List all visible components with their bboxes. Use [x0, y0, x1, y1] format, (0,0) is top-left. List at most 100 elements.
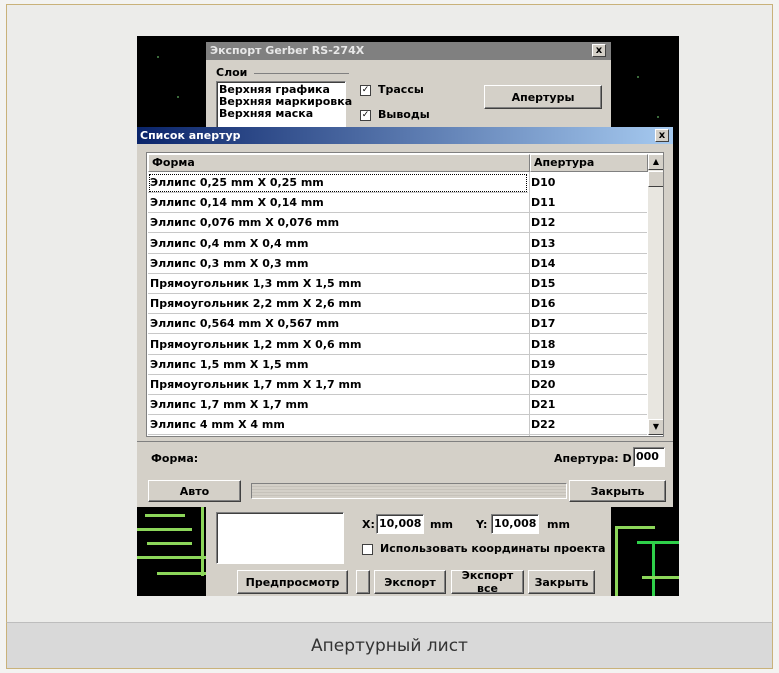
pcb-grid-dot: [157, 56, 159, 58]
row-shape: Эллипс 4 mm X 4 mm: [150, 418, 285, 432]
row-shape: Эллипс 0,25 mm X 0,25 mm: [150, 176, 324, 189]
table-scrollbar[interactable]: ▲ ▼: [648, 154, 663, 435]
preview-button[interactable]: Предпросмотр: [237, 570, 348, 594]
aperture-table: Форма Апертура Эллипс 0,25 mm X 0,25 mm D…: [146, 152, 664, 437]
aperture-number-value: 000: [636, 450, 659, 463]
row-aperture: D16: [531, 297, 556, 311]
table-row[interactable]: Прямоугольник 2,2 mm X 2,6 mm D16: [148, 294, 647, 315]
pcb-trace: [157, 572, 207, 575]
group-divider: [254, 73, 349, 74]
aperture-dialog-close-icon[interactable]: x: [655, 129, 669, 142]
close-button[interactable]: Закрыть: [569, 480, 666, 502]
export-button[interactable]: Экспорт: [374, 570, 446, 594]
aperture-dialog-title: Список апертур: [140, 129, 241, 142]
back-close-button[interactable]: Закрыть: [528, 570, 595, 594]
divider: [137, 441, 673, 442]
project-coords-checkbox[interactable]: [362, 544, 373, 555]
row-aperture: D11: [531, 196, 556, 210]
table-row[interactable]: Эллипс 0,4 mm X 0,4 mm D13: [148, 234, 647, 254]
pcb-trace: [615, 526, 655, 529]
row-shape: Эллипс 0,564 mm X 0,567 mm: [150, 317, 340, 331]
table-row[interactable]: Прямоугольник 1,3 mm X 1,5 mm D15: [148, 274, 647, 294]
scroll-thumb[interactable]: [648, 171, 663, 187]
gerber-dialog-titlebar: Экспорт Gerber RS-274X: [206, 42, 611, 60]
row-shape: Эллипс 1,7 mm X 1,7 mm: [150, 398, 309, 412]
scroll-down-icon[interactable]: ▼: [648, 419, 663, 435]
x-unit: mm: [430, 518, 453, 531]
aperture-label: Апертура: D: [554, 452, 632, 465]
aperture-dialog-titlebar: Список апертур: [137, 127, 673, 144]
pcb-trace: [652, 541, 655, 596]
row-aperture: D20: [531, 378, 556, 391]
layer-item[interactable]: Верхняя маска: [219, 107, 313, 120]
table-row[interactable]: Эллипс 0,25 mm X 0,25 mm D10: [148, 173, 555, 193]
screenshot: Экспорт Gerber RS-274X x Слои Верхняя гр…: [137, 36, 679, 596]
table-row[interactable]: Прямоугольник 1,7 mm X 1,7 mm D20: [148, 375, 647, 395]
table-row[interactable]: Эллипс 0,14 mm X 0,14 mm D11: [148, 193, 647, 214]
pcb-trace: [201, 506, 204, 576]
y-input-value: 10,008: [494, 517, 537, 530]
gerber-dialog-close-icon[interactable]: x: [592, 44, 606, 57]
preview-area: [216, 512, 344, 564]
row-shape: Эллипс 0,3 mm X 0,3 mm: [150, 256, 309, 270]
pcb-grid-dot: [657, 116, 659, 118]
y-input[interactable]: 10,008: [491, 514, 539, 534]
row-aperture: D18: [531, 337, 556, 351]
export-all-button[interactable]: Экспорт все: [451, 569, 524, 595]
row-shape: Прямоугольник 1,3 mm X 1,5 mm: [150, 277, 362, 290]
gerber-dialog-title: Экспорт Gerber RS-274X: [210, 44, 365, 57]
table-row[interactable]: Эллипс 0,3 mm X 0,3 mm D14: [148, 254, 647, 274]
separator-button: [356, 570, 370, 594]
layers-list[interactable]: Верхняя графика Верхняя маркировка Верхн…: [216, 81, 352, 129]
column-header-shape[interactable]: Форма: [148, 154, 530, 172]
y-label: Y:: [476, 518, 488, 531]
row-aperture: D17: [531, 317, 556, 331]
y-unit: mm: [547, 518, 570, 531]
row-shape: Прямоугольник 1,2 mm X 0,6 mm: [150, 337, 362, 351]
traces-label: Трассы: [378, 83, 424, 96]
figure-caption: Апертурный лист: [6, 622, 773, 669]
row-aperture: D22: [531, 418, 556, 432]
traces-checkbox[interactable]: ✓: [360, 85, 371, 96]
row-shape: Эллипс 0,4 mm X 0,4 mm: [150, 236, 309, 250]
table-row[interactable]: Эллипс 1,5 mm X 1,5 mm D19: [148, 355, 647, 375]
row-aperture: D19: [531, 357, 556, 371]
aperture-number-input[interactable]: 000: [633, 447, 665, 467]
row-shape: Эллипс 0,076 mm X 0,076 mm: [150, 216, 340, 230]
pcb-trace: [145, 514, 185, 517]
row-aperture: D12: [531, 216, 556, 230]
shape-label: Форма:: [151, 452, 199, 465]
row-shape: Эллипс 0,14 mm X 0,14 mm: [150, 196, 324, 210]
pins-checkbox[interactable]: ✓: [360, 110, 371, 121]
row-shape: Эллипс 1,5 mm X 1,5 mm: [150, 357, 309, 371]
pcb-trace: [615, 526, 618, 596]
pcb-trace: [642, 576, 679, 579]
x-input[interactable]: 10,008: [376, 514, 424, 534]
pcb-trace: [137, 528, 192, 531]
pcb-trace: [637, 541, 679, 544]
pins-label: Выводы: [378, 108, 430, 121]
table-row[interactable]: Прямоугольник 1,2 mm X 0,6 mm D18: [148, 335, 647, 355]
row-aperture: D21: [531, 398, 556, 412]
pcb-trace: [137, 556, 207, 559]
progress-bar: [251, 483, 567, 499]
x-label: X:: [362, 518, 375, 531]
pcb-grid-dot: [177, 96, 179, 98]
aperture-list-dialog: Список апертур x Форма Апертура Эллипс 0…: [137, 127, 673, 507]
scroll-up-icon[interactable]: ▲: [648, 154, 663, 170]
row-shape: Прямоугольник 2,2 mm X 2,6 mm: [150, 297, 362, 311]
row-aperture: D10: [531, 176, 556, 189]
column-header-aperture[interactable]: Апертура: [530, 154, 648, 172]
layers-group-label: Слои: [216, 66, 248, 79]
table-row[interactable]: Эллипс 4 mm X 4 mm D22: [148, 415, 647, 436]
table-row[interactable]: Эллипс 0,564 mm X 0,567 mm D17: [148, 314, 647, 335]
apertures-button[interactable]: Апертуры: [484, 85, 602, 109]
table-row[interactable]: Эллипс 1,7 mm X 1,7 mm D21: [148, 395, 647, 416]
row-shape: Прямоугольник 1,7 mm X 1,7 mm: [150, 378, 362, 391]
table-row[interactable]: Эллипс 0,076 mm X 0,076 mm D12: [148, 213, 647, 234]
auto-button[interactable]: Авто: [148, 480, 241, 502]
pcb-grid-dot: [637, 76, 639, 78]
project-coords-label: Использовать координаты проекта: [380, 542, 606, 555]
row-aperture: D15: [531, 277, 556, 290]
pcb-trace: [147, 542, 192, 545]
